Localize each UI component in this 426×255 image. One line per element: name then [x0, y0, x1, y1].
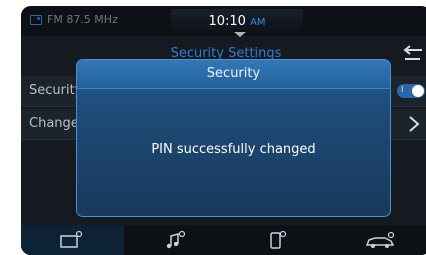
head-unit-screen: FM 87.5 MHz 10:10 AM Security Settings S…: [21, 6, 426, 255]
dialog-message: PIN successfully changed: [151, 142, 316, 157]
car-icon: [365, 231, 394, 248]
clock-ampm: AM: [250, 17, 266, 28]
status-bar: FM 87.5 MHz 10:10 AM: [21, 6, 426, 37]
radio-status[interactable]: FM 87.5 MHz: [30, 13, 118, 26]
clock: 10:10 AM: [171, 9, 303, 34]
radio-frequency-label: FM 87.5 MHz: [47, 13, 118, 26]
dialog-title: Security: [77, 60, 390, 89]
security-dialog[interactable]: Security PIN successfully changed: [76, 59, 391, 217]
toggle-knob: [412, 85, 424, 97]
pull-down-handle-icon[interactable]: [234, 32, 246, 37]
radio-icon: [30, 14, 42, 25]
music-icon: [166, 230, 185, 249]
back-arrow-icon[interactable]: [401, 44, 425, 64]
clock-time: 10:10: [208, 14, 246, 29]
chevron-right-icon: [409, 116, 420, 132]
phone-icon: [270, 230, 287, 249]
settings-row-label: Security: [29, 83, 83, 98]
toggle-state-text: I: [401, 85, 404, 94]
nav-item-car[interactable]: [329, 225, 426, 255]
security-toggle[interactable]: I: [397, 84, 425, 98]
nav-item-music[interactable]: [124, 225, 227, 255]
bottom-nav: [21, 225, 426, 255]
radio-icon: [60, 230, 83, 248]
nav-item-phone[interactable]: [226, 225, 329, 255]
nav-item-radio[interactable]: [21, 225, 124, 255]
